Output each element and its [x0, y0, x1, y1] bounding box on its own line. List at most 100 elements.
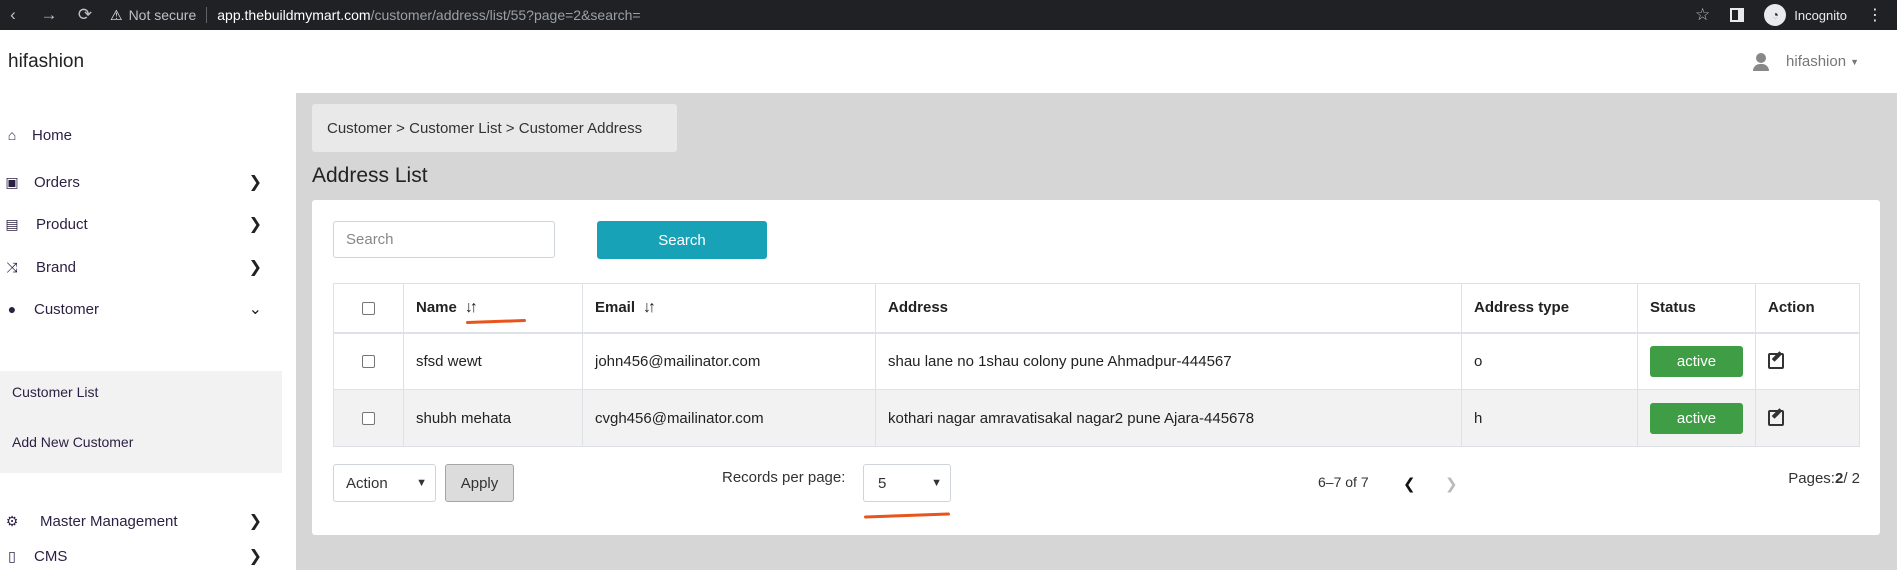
sidebar-subitem-customer-list[interactable]: Customer List [12, 384, 98, 400]
incognito-badge[interactable]: ◔ Incognito [1764, 4, 1847, 26]
page-title: Address List [312, 164, 428, 187]
sidebar-item-label: Product [36, 215, 88, 233]
customer-submenu: Customer List Add New Customer [0, 371, 282, 473]
next-page-icon[interactable]: ❯ [1445, 475, 1458, 493]
caret-down-icon: ▼ [1850, 56, 1859, 67]
browser-toolbar: ‹ → ⟳ ⚠ Not secure app.thebuildmymart.co… [0, 0, 1897, 30]
status-badge[interactable]: active [1650, 402, 1743, 434]
app-header: hifashion hifashion ▼ [0, 30, 1897, 93]
column-label: Email [595, 298, 636, 316]
incognito-label: Incognito [1794, 7, 1847, 23]
chevron-right-icon: ❯ [248, 174, 262, 191]
prev-page-icon[interactable]: ❮ [1403, 475, 1416, 493]
row-checkbox[interactable] [362, 355, 375, 369]
chevron-down-icon: ⌄ [248, 301, 262, 318]
column-header-status: Status [1637, 283, 1756, 334]
chevron-right-icon: ❯ [248, 548, 262, 565]
table-row: sfsd wewt john456@mailinator.com shau la… [333, 332, 1860, 390]
cell-address-type: h [1461, 389, 1638, 447]
sort-icon[interactable]: ↓↑ [643, 299, 656, 316]
cell-action [1755, 332, 1860, 390]
pagination-range: 6–7 of 7 [1318, 474, 1369, 490]
chevron-down-icon: ▼ [931, 477, 942, 489]
user-icon: ● [7, 301, 17, 317]
archive-icon: ▤ [5, 215, 19, 232]
column-header-address: Address [875, 283, 1462, 334]
cell-status: active [1637, 389, 1756, 447]
not-secure-label: Not secure [128, 7, 197, 23]
cell-status: active [1637, 332, 1756, 390]
chevron-down-icon: ▼ [416, 477, 427, 489]
column-header-action: Action [1755, 283, 1860, 334]
sort-icon[interactable]: ↓↑ [465, 299, 478, 316]
shuffle-icon: ⤨ [6, 258, 18, 275]
cell-name: shubh mehata [403, 389, 583, 447]
users-cog-icon: ⚙ [5, 512, 19, 529]
records-per-page-select[interactable]: 5 ▼ [863, 464, 951, 502]
bulk-action-value: Action [346, 474, 388, 492]
sidebar-item-home[interactable]: ⌂ Home [0, 115, 282, 155]
sidebar-item-label: Brand [36, 258, 77, 276]
page-indicator: Pages:2/ 2 [1788, 470, 1860, 487]
sidebar-item-customer[interactable]: ● Customer ⌄ [0, 289, 282, 329]
apply-button[interactable]: Apply [445, 464, 514, 502]
sidebar-item-cms[interactable]: ▯ CMS ❯ [0, 532, 282, 570]
warning-icon: ⚠ [110, 6, 123, 23]
cell-name: sfsd wewt [403, 332, 583, 390]
sidebar-item-brand[interactable]: ⤨ Brand ❯ [0, 247, 282, 287]
address-list-card: Search Name ↓↑ Email ↓↑ Address Address ty… [312, 200, 1880, 535]
pages-label: Pages: [1788, 470, 1835, 487]
cell-email: cvgh456@mailinator.com [582, 389, 876, 447]
edit-icon[interactable] [1768, 408, 1784, 426]
row-select-cell [333, 332, 404, 390]
side-panel-icon[interactable] [1730, 8, 1745, 22]
column-header-address-type: Address type [1461, 283, 1638, 334]
sidebar-item-label: CMS [34, 547, 68, 565]
home-icon: ⌂ [7, 127, 17, 143]
row-checkbox[interactable] [362, 412, 375, 426]
file-icon: ▯ [8, 547, 16, 564]
sidebar-subitem-add-new-customer[interactable]: Add New Customer [12, 434, 133, 450]
reload-icon[interactable]: ⟳ [76, 5, 94, 25]
menu-kebab-icon[interactable]: ⋮ [1867, 5, 1883, 25]
shopping-bag-icon: ▣ [5, 173, 19, 190]
chevron-right-icon: ❯ [248, 513, 262, 530]
table-row: shubh mehata cvgh456@mailinator.com koth… [333, 389, 1860, 447]
edit-icon[interactable] [1768, 351, 1784, 370]
user-menu[interactable]: hifashion ▼ [1752, 30, 1859, 93]
address-table: Name ↓↑ Email ↓↑ Address Address type Stat… [333, 283, 1860, 447]
breadcrumb[interactable]: Customer > Customer List > Customer Addr… [312, 104, 677, 152]
cell-address: shau lane no 1shau colony pune Ahmadpur-… [875, 332, 1462, 390]
sidebar-item-orders[interactable]: ▣ Orders ❯ [0, 162, 282, 202]
select-all-cell [333, 283, 404, 334]
records-per-page-value: 5 [878, 474, 887, 492]
column-header-name[interactable]: Name ↓↑ [403, 283, 583, 334]
chevron-right-icon: ❯ [248, 259, 262, 276]
status-badge[interactable]: active [1650, 345, 1743, 377]
pages-total: / 2 [1843, 470, 1860, 487]
column-label: Name [416, 298, 457, 316]
forward-icon[interactable]: → [40, 5, 58, 25]
back-icon[interactable]: ‹ [4, 5, 22, 25]
search-input[interactable] [333, 221, 555, 258]
sidebar-item-label: Home [32, 126, 73, 144]
url-path: /customer/address/list/55?page=2&search= [370, 7, 641, 23]
sidebar-item-product[interactable]: ▤ Product ❯ [0, 204, 282, 244]
table-header-row: Name ↓↑ Email ↓↑ Address Address type Stat… [333, 283, 1860, 334]
incognito-icon: ◔ [1764, 4, 1787, 26]
sidebar-item-label: Master Management [40, 512, 178, 530]
address-bar[interactable]: ⚠ Not secure app.thebuildmymart.com/cust… [110, 0, 641, 30]
sidebar-item-label: Orders [34, 173, 80, 191]
bulk-action-select[interactable]: Action ▼ [333, 464, 436, 502]
column-header-email[interactable]: Email ↓↑ [582, 283, 876, 334]
select-all-checkbox[interactable] [362, 301, 375, 315]
url-host: app.thebuildmymart.com [217, 7, 371, 23]
search-button[interactable]: Search [597, 221, 767, 259]
bookmark-star-icon[interactable]: ☆ [1695, 5, 1710, 25]
user-icon [1752, 52, 1770, 71]
brand-name[interactable]: hifashion [8, 51, 84, 73]
user-name: hifashion [1786, 53, 1847, 70]
cell-address-type: o [1461, 332, 1638, 390]
chevron-right-icon: ❯ [248, 216, 262, 233]
sidebar: ⌂ Home ▣ Orders ❯ ▤ Product ❯ ⤨ Brand ❯ … [0, 93, 296, 570]
